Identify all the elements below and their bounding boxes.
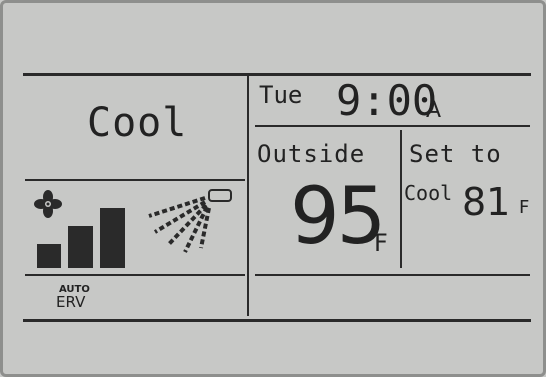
left-lower-divider [25, 274, 245, 276]
airflow-vent-icon [148, 189, 232, 253]
top-divider [23, 73, 531, 76]
fan-speed-bar-2 [68, 226, 93, 268]
set-to-label: Set to [409, 140, 502, 168]
left-middle-divider [25, 179, 245, 181]
vent-outline [208, 189, 232, 202]
day-display: Tue [259, 81, 303, 109]
set-to-temperature-unit: F [519, 197, 530, 218]
fan-speed-bar-1 [37, 244, 61, 268]
outside-temperature: 95 [290, 172, 386, 262]
temperature-divider [400, 130, 402, 268]
time-display: 9:00 [336, 76, 438, 125]
outside-temperature-unit: F [374, 229, 388, 257]
time-divider [255, 125, 530, 127]
bottom-divider [23, 319, 531, 322]
set-to-temperature: 81 [462, 180, 511, 224]
erv-label: ERV [56, 293, 86, 311]
fan-speed-bar-3 [100, 208, 125, 268]
thermostat-lcd-screen: Cool Tue 9:00 A Outside 95 F Set to Cool… [0, 0, 546, 377]
set-to-mode: Cool [404, 181, 453, 205]
mode-display: Cool [87, 100, 188, 146]
fan-speed-bars [37, 208, 125, 268]
outside-label: Outside [257, 140, 366, 168]
right-lower-divider [255, 274, 530, 276]
center-divider [247, 76, 249, 316]
am-pm-indicator: A [426, 98, 442, 123]
